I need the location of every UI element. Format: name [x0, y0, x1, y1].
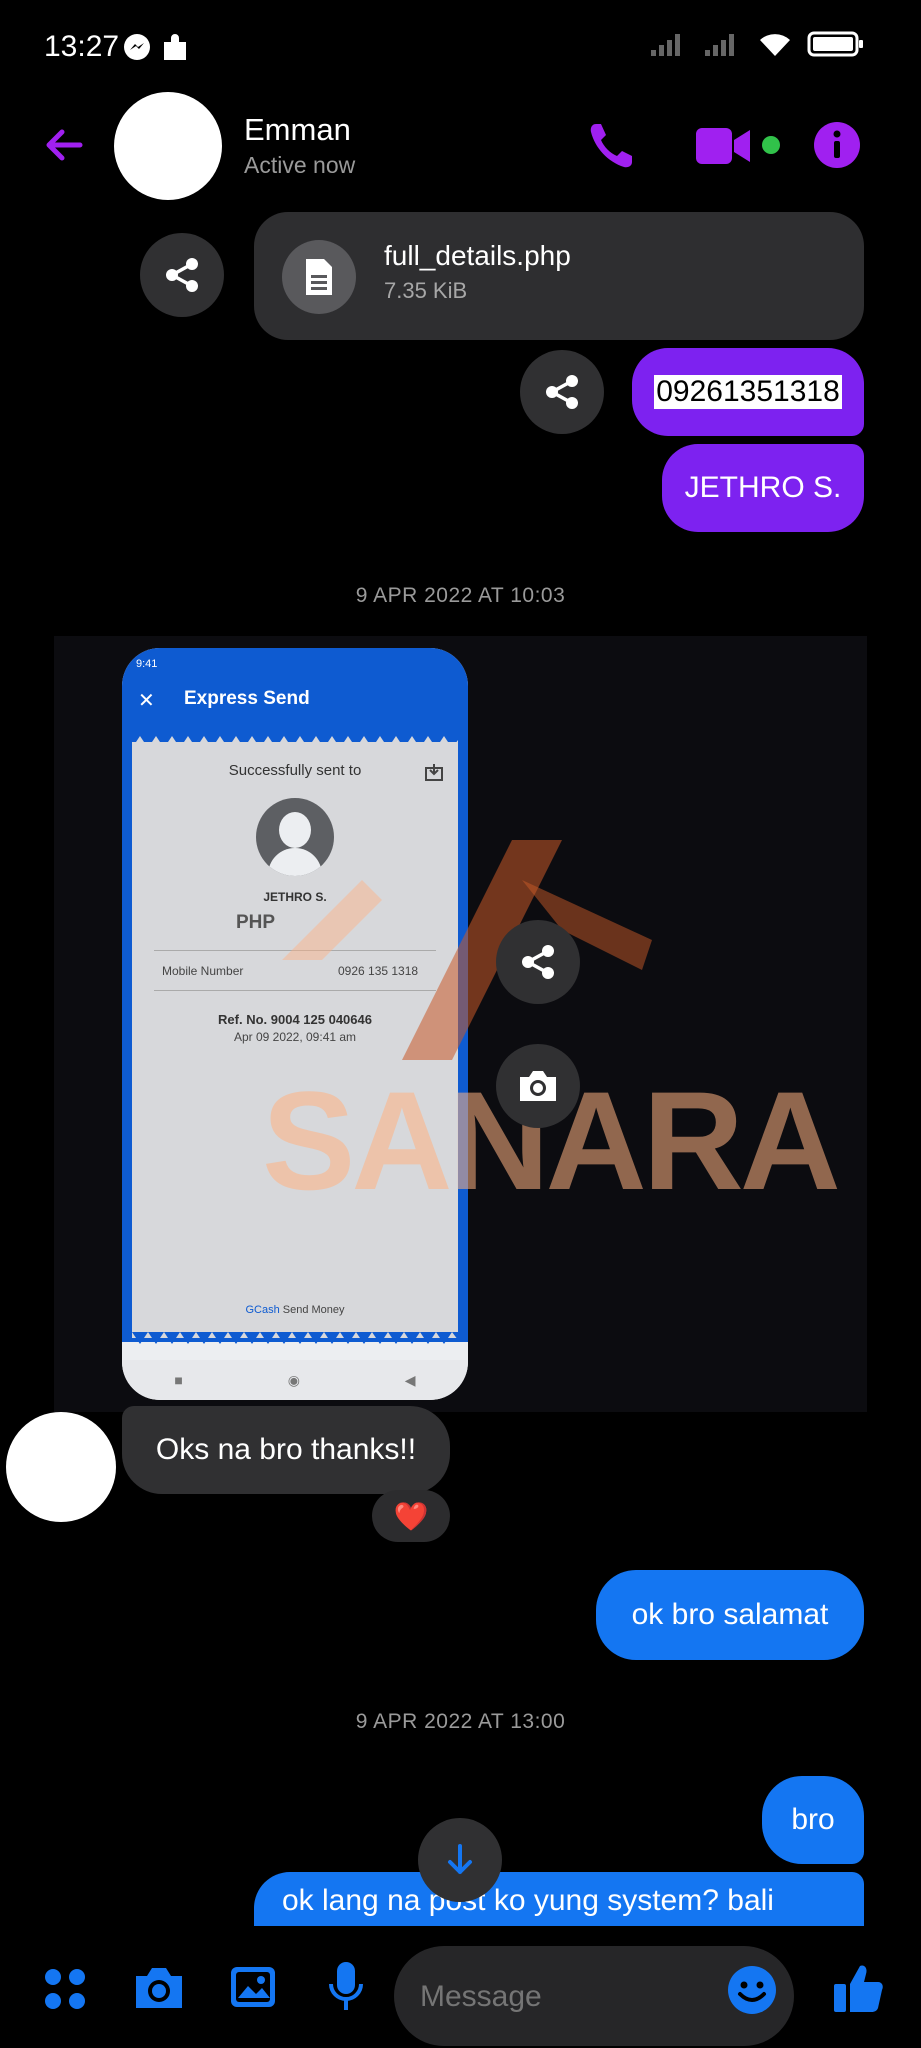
message-text: Oks na bro thanks!! [155, 1433, 417, 1466]
camera-icon[interactable] [132, 1964, 186, 2017]
watermark-logo [282, 840, 652, 1060]
battery-icon [807, 31, 863, 57]
apps-menu-icon[interactable] [42, 1966, 88, 2017]
message-bubble[interactable]: Oks na bro thanks!! [122, 1406, 450, 1494]
message-text: JETHRO S. [684, 471, 842, 504]
arrow-down-icon [448, 1844, 472, 1874]
share-icon [522, 945, 554, 979]
phone-call-icon[interactable] [586, 120, 636, 177]
message-text: bro [791, 1803, 835, 1836]
signal-icon [651, 34, 680, 56]
like-icon[interactable] [830, 1960, 886, 2021]
camera-icon [520, 1071, 556, 1101]
phone-nav-bar: ■ ◉ ◀ [122, 1360, 468, 1400]
receipt-success: Successfully sent to [228, 762, 362, 779]
timestamp: 9 APR 2022 AT 10:03 [355, 584, 566, 607]
sender-avatar[interactable] [6, 1412, 116, 1522]
scroll-down-button[interactable] [418, 1818, 502, 1902]
timestamp: 9 APR 2022 AT 13:00 [355, 1710, 566, 1733]
message-bubble[interactable]: bro [762, 1776, 864, 1864]
recent-apps-icon: ■ [174, 1372, 183, 1388]
message-text: 09261351318 [654, 375, 842, 409]
emoji-icon[interactable] [726, 1964, 778, 2021]
share-icon [166, 258, 198, 292]
status-bar: 13:27 [0, 0, 921, 100]
heart-icon: ❤️ [393, 1500, 429, 1532]
send-money-label: Send Money [282, 1304, 345, 1316]
home-icon: ◉ [287, 1371, 300, 1388]
zigzag-top [132, 736, 458, 748]
status-time: 13:27 [44, 30, 120, 63]
status-icons [649, 30, 865, 58]
mobile-label: Mobile Number [162, 964, 244, 978]
microphone-icon[interactable] [326, 1960, 366, 2019]
message-bubble[interactable]: 09261351318 [632, 348, 864, 436]
info-icon[interactable] [812, 120, 862, 175]
message-bubble[interactable]: ok lang na post ko yung system? bali [254, 1872, 864, 1926]
camera-button[interactable] [496, 1044, 580, 1128]
contact-name[interactable]: Emman [244, 112, 351, 148]
puzzle-icon [160, 32, 192, 69]
contact-status: Active now [244, 152, 356, 178]
receipt-footer: GCash Send Money [132, 1304, 458, 1316]
back-icon: ◀ [404, 1371, 416, 1388]
signal-icon-2 [705, 34, 734, 56]
share-icon [546, 375, 578, 409]
phone-time: 9:41 [136, 658, 158, 670]
receipt-title: Express Send [184, 688, 310, 709]
video-call-icon[interactable] [694, 124, 754, 173]
gcash-label: GCash [245, 1304, 280, 1316]
share-button[interactable] [140, 233, 224, 317]
file-size: 7.35 KiB [384, 278, 468, 303]
online-indicator [762, 136, 780, 154]
reaction-badge[interactable]: ❤️ [372, 1490, 450, 1542]
close-icon: ✕ [138, 690, 155, 712]
share-button[interactable] [496, 920, 580, 1004]
message-bubble[interactable]: ok bro salamat [596, 1570, 864, 1660]
message-text: ok bro salamat [631, 1598, 829, 1631]
back-arrow-icon[interactable] [40, 120, 90, 175]
messenger-icon [122, 32, 152, 67]
file-name: full_details.php [384, 240, 571, 271]
message-input[interactable] [420, 1970, 720, 2024]
download-icon [425, 764, 443, 781]
message-text: ok lang na post ko yung system? bali [282, 1884, 774, 1917]
wifi-icon [760, 34, 790, 56]
message-bubble[interactable]: JETHRO S. [662, 444, 864, 532]
share-button[interactable] [520, 350, 604, 434]
zigzag-bottom [132, 1332, 458, 1344]
contact-avatar[interactable] [114, 92, 222, 200]
document-icon [282, 240, 356, 314]
gallery-icon[interactable] [228, 1962, 278, 2017]
